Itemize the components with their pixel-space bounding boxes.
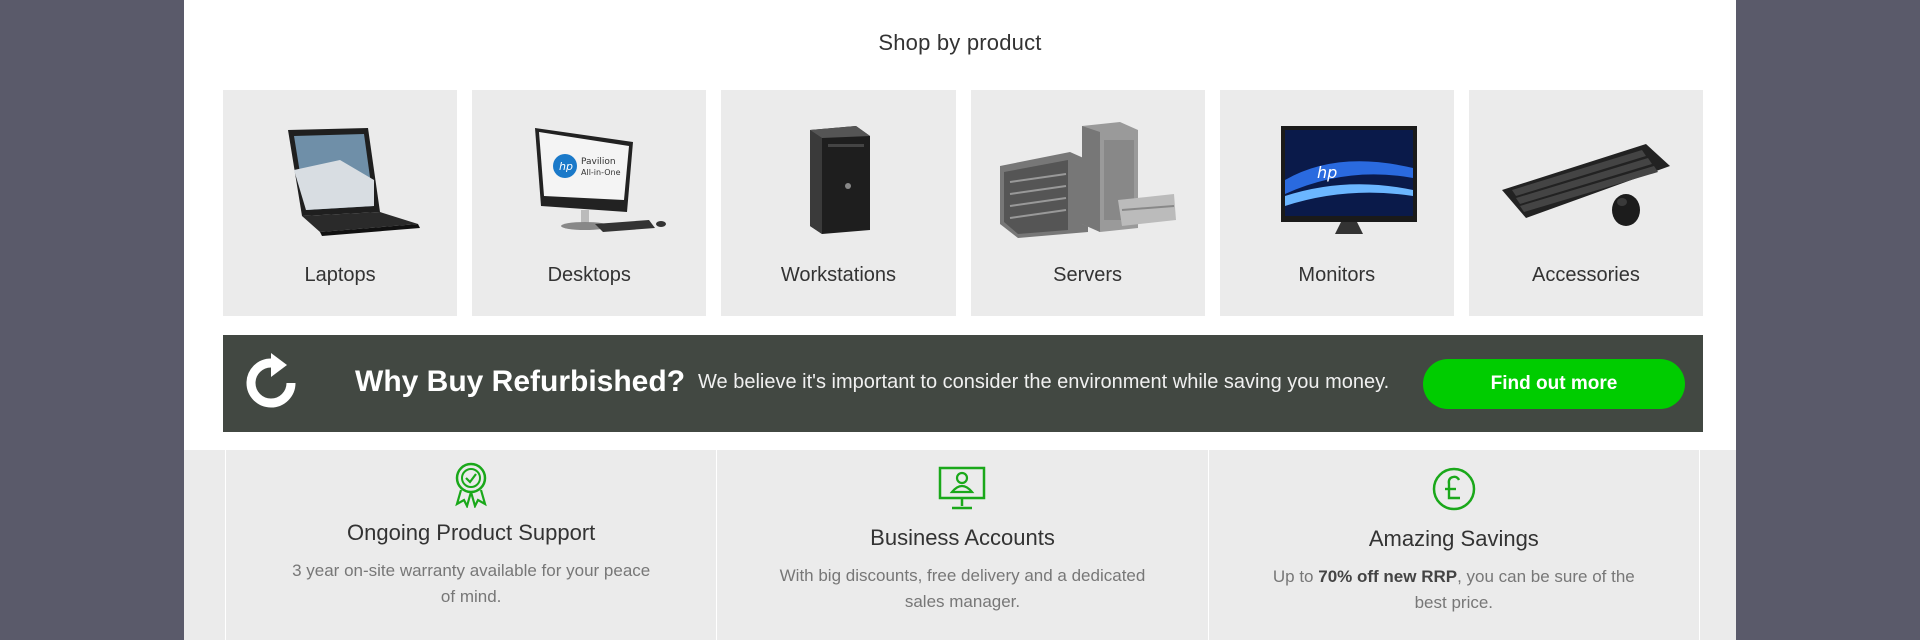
monitor-image: hp bbox=[1280, 126, 1417, 234]
product-card-servers[interactable]: Servers bbox=[970, 90, 1205, 316]
svg-text:All-in-One: All-in-One bbox=[581, 168, 621, 177]
laptop-image bbox=[288, 128, 421, 236]
keyboard-mouse-image bbox=[1501, 144, 1670, 226]
feature-title: Ongoing Product Support bbox=[347, 520, 596, 545]
feature-amazing-savings: Amazing Savings Up to 70% off new RRP, y… bbox=[1207, 450, 1700, 640]
refurbished-banner: Why Buy Refurbished? We believe it's imp… bbox=[223, 335, 1703, 432]
product-label: Workstations bbox=[780, 264, 897, 286]
desktop-image: hp Pavilion All-in-One bbox=[535, 128, 667, 232]
servers-image bbox=[999, 122, 1176, 238]
find-out-more-button[interactable]: Find out more bbox=[1423, 359, 1685, 409]
product-card-desktops[interactable]: hp Pavilion All-in-One Desktops bbox=[472, 90, 707, 316]
svg-text:Pavilion: Pavilion bbox=[581, 157, 616, 167]
feature-title: Business Accounts bbox=[870, 525, 1055, 550]
product-card-monitors[interactable]: hp Monitors bbox=[1219, 90, 1454, 316]
svg-text:hp: hp bbox=[1317, 163, 1337, 182]
feature-description: 3 year on-site warranty available for yo… bbox=[292, 561, 651, 606]
refresh-icon bbox=[246, 353, 296, 408]
product-card-laptops[interactable]: Laptops bbox=[223, 90, 458, 316]
banner-title: Why Buy Refurbished? bbox=[355, 365, 686, 398]
svg-text:hp: hp bbox=[559, 160, 573, 173]
pound-icon bbox=[1432, 467, 1476, 511]
feature-business-accounts: Business Accounts With big discounts, fr… bbox=[716, 450, 1207, 640]
product-label: Desktops bbox=[547, 264, 631, 286]
product-label: Servers bbox=[1053, 264, 1123, 286]
product-grid: Laptops hp Pavilion All-in-One Desktops bbox=[223, 90, 1704, 316]
award-ribbon-icon bbox=[455, 462, 487, 508]
monitor-user-icon bbox=[939, 466, 986, 510]
feature-description: With big discounts, free delivery and a … bbox=[779, 566, 1146, 611]
section-title: Shop by product bbox=[878, 30, 1042, 55]
desc-highlight: 70% off new RRP bbox=[1318, 567, 1458, 586]
product-card-accessories[interactable]: Accessories bbox=[1468, 90, 1704, 316]
feature-description: Up to 70% off new RRP, you can be sure o… bbox=[1269, 564, 1639, 616]
product-label: Monitors bbox=[1298, 264, 1376, 286]
feature-title: Amazing Savings bbox=[1368, 526, 1539, 551]
features-row: Ongoing Product Support 3 year on-site w… bbox=[225, 450, 1700, 640]
banner-text: We believe it's important to consider th… bbox=[698, 371, 1390, 393]
workstation-image bbox=[810, 126, 871, 234]
desc-prefix: Up to bbox=[1272, 567, 1319, 586]
product-label: Accessories bbox=[1532, 264, 1640, 286]
feature-product-support: Ongoing Product Support 3 year on-site w… bbox=[225, 450, 716, 640]
product-label: Laptops bbox=[304, 264, 376, 286]
product-card-workstations[interactable]: Workstations bbox=[721, 90, 956, 316]
